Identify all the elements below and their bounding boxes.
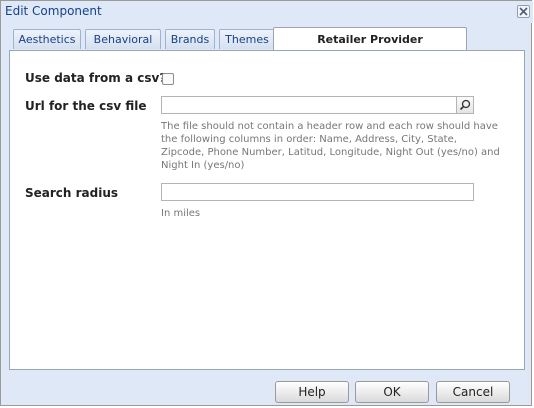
- tab-brands[interactable]: Brands: [165, 29, 215, 49]
- magnifier-icon: [459, 99, 471, 111]
- tab-themes[interactable]: Themes: [219, 29, 275, 49]
- csv-url-input[interactable]: [161, 96, 457, 114]
- use-csv-checkbox[interactable]: [162, 73, 174, 85]
- help-button[interactable]: Help: [275, 381, 349, 403]
- search-radius-input[interactable]: [161, 183, 474, 201]
- tab-behavioral[interactable]: Behavioral: [85, 29, 161, 49]
- csv-url-hint: The file should not contain a header row…: [161, 121, 500, 171]
- use-csv-label: Use data from a csv?: [25, 71, 167, 85]
- close-icon: [519, 7, 528, 16]
- cancel-button[interactable]: Cancel: [436, 381, 510, 403]
- csv-url-label: Url for the csv file: [25, 99, 147, 113]
- tab-retailer-provider-configuration[interactable]: Retailer Provider Configuration: [273, 27, 467, 69]
- ok-button[interactable]: OK: [355, 381, 429, 403]
- search-radius-hint: In miles: [161, 208, 201, 219]
- dialog-titlebar[interactable]: Edit Component: [1, 1, 533, 23]
- dialog-title: Edit Component: [5, 4, 102, 18]
- close-button[interactable]: [517, 5, 530, 18]
- search-radius-label: Search radius: [25, 186, 119, 200]
- tab-aesthetics[interactable]: Aesthetics: [13, 29, 81, 49]
- edit-component-dialog: Edit Component Aesthetics Behavioral Bra…: [0, 0, 533, 406]
- tab-strip: Aesthetics Behavioral Brands Themes Reta…: [9, 27, 525, 69]
- csv-url-browse-button[interactable]: [456, 96, 474, 114]
